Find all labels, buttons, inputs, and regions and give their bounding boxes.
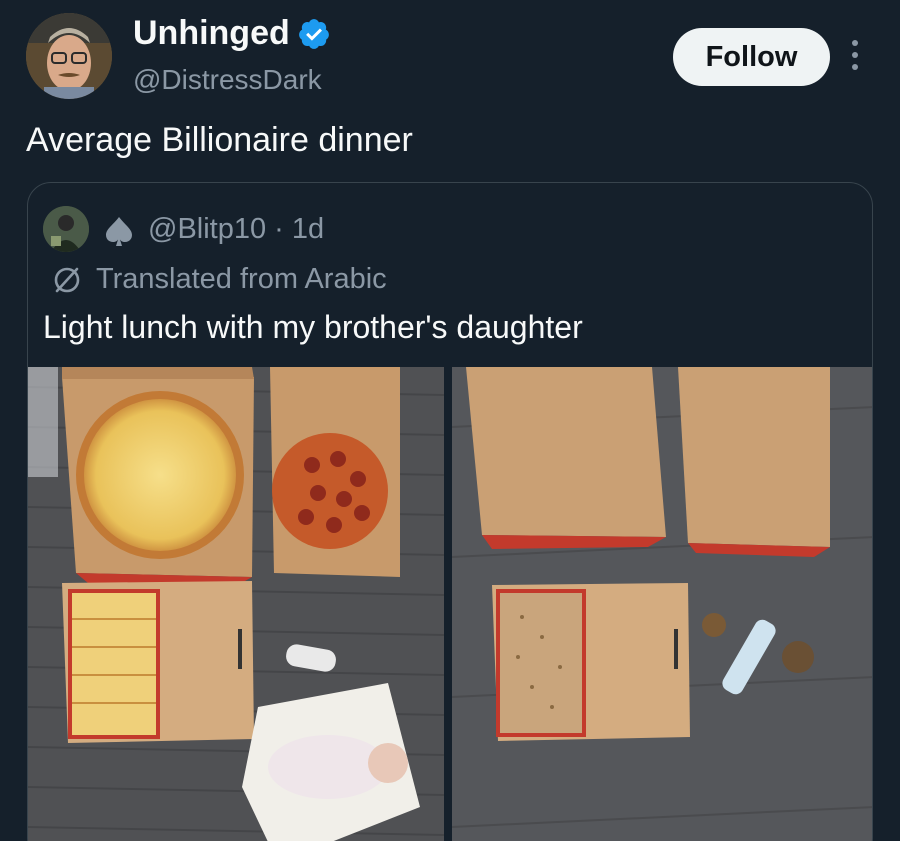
- translate-icon: [54, 267, 80, 293]
- quoted-handle-line[interactable]: @Blitp10 · 1d: [148, 213, 324, 246]
- photo-empty-boxes[interactable]: [452, 367, 872, 841]
- more-vertical-icon[interactable]: [848, 40, 862, 76]
- author-avatar[interactable]: [26, 13, 112, 99]
- spade-icon: [106, 217, 132, 246]
- author-handle[interactable]: @DistressDark: [133, 64, 322, 96]
- photo-full-pizzas[interactable]: [28, 367, 444, 841]
- quoted-tweet-text: Light lunch with my brother's daughter: [43, 309, 583, 345]
- tweet-text: Average Billionaire dinner: [26, 121, 413, 159]
- verified-badge-icon: [299, 19, 329, 49]
- translated-label[interactable]: Translated from Arabic: [96, 263, 387, 296]
- author-display-name[interactable]: Unhinged: [133, 14, 290, 53]
- follow-button[interactable]: Follow: [673, 28, 830, 86]
- quoted-media[interactable]: [28, 367, 872, 841]
- quoted-tweet[interactable]: @Blitp10 · 1d Translated from Arabic Lig…: [27, 182, 873, 841]
- quoted-author-avatar[interactable]: [43, 206, 89, 252]
